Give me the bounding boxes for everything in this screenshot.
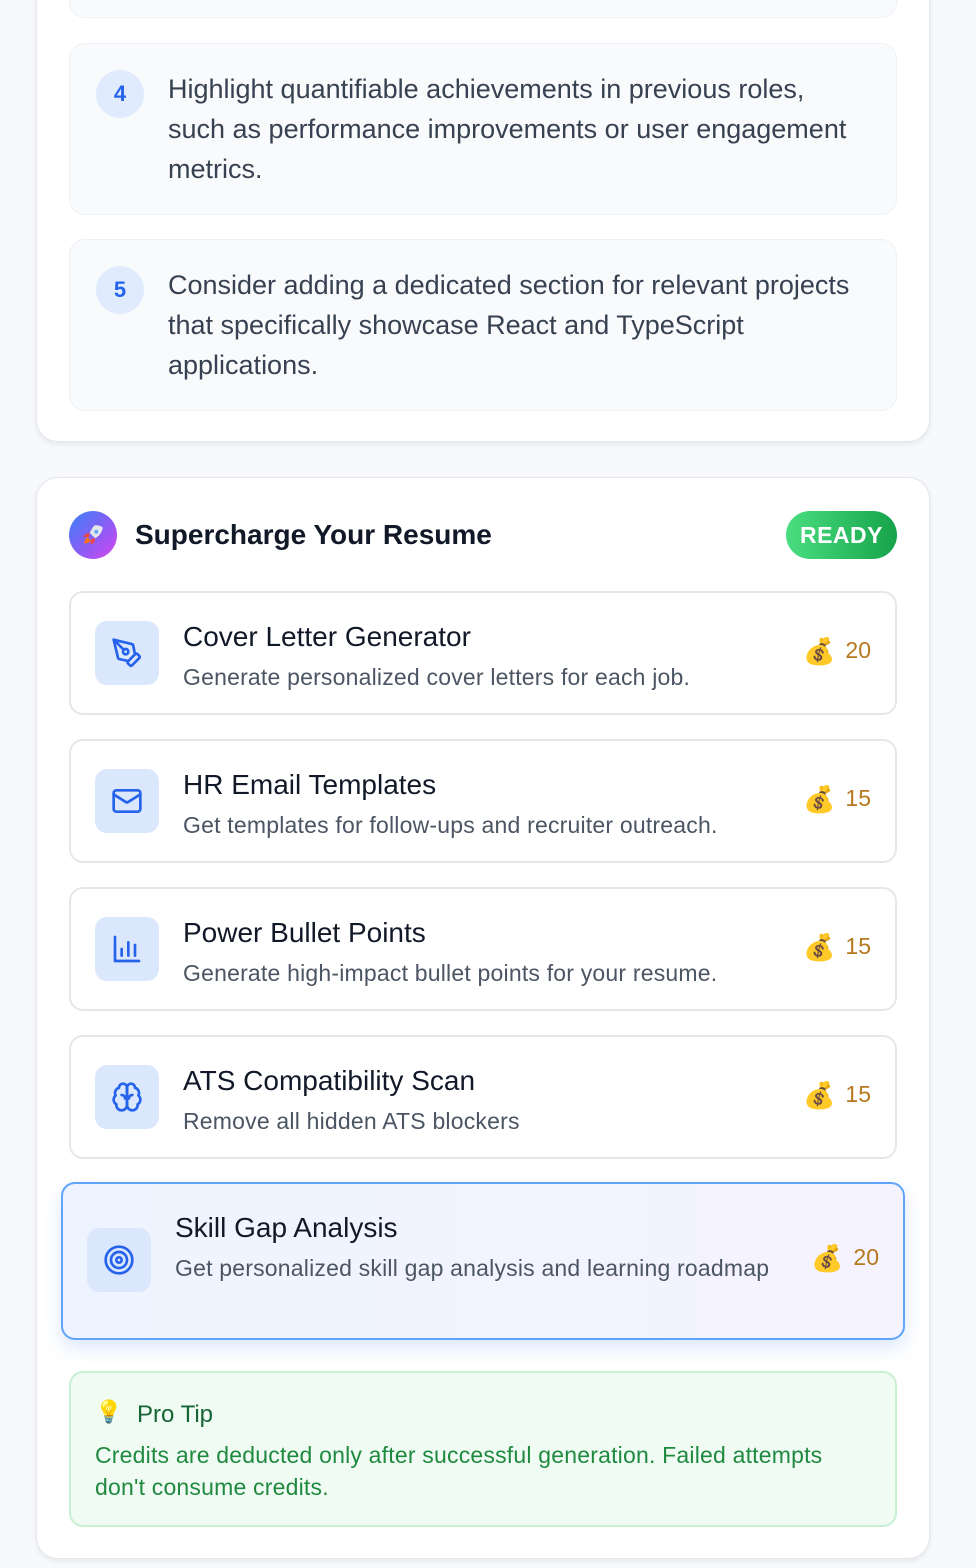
- feature-description: Get personalized skill gap analysis and …: [175, 1255, 770, 1281]
- feature-credits: 💰 15: [803, 785, 871, 812]
- feature-ats-compatibility-scan[interactable]: ATS Compatibility Scan Remove all hidden…: [69, 1035, 897, 1159]
- feature-credits: 💰 20: [811, 1244, 879, 1271]
- money-bag-icon: 💰: [803, 783, 836, 814]
- feature-credits: 💰 15: [803, 1081, 871, 1108]
- lightbulb-icon: 💡: [95, 1399, 123, 1424]
- feature-title: HR Email Templates: [183, 769, 437, 800]
- feature-credits: 💰 15: [803, 933, 871, 960]
- bar-chart-icon: [95, 917, 159, 981]
- feature-title: Cover Letter Generator: [183, 621, 471, 652]
- supercharge-title: Supercharge Your Resume: [135, 519, 492, 550]
- pro-tip-text: Credits are deducted only after successf…: [95, 1442, 823, 1500]
- feature-description: Generate personalized cover letters for …: [183, 664, 691, 690]
- pro-tip: 💡 Pro Tip Credits are deducted only afte…: [69, 1371, 897, 1527]
- credit-cost: 15: [845, 933, 871, 959]
- recommendation-item: 5 Consider adding a dedicated section fo…: [69, 239, 897, 411]
- feature-skill-gap-analysis[interactable]: Skill Gap Analysis Get personalized skil…: [61, 1182, 905, 1340]
- feature-hr-email-templates[interactable]: HR Email Templates Get templates for fol…: [69, 739, 897, 863]
- brain-icon: [95, 1065, 159, 1129]
- feature-title: Skill Gap Analysis: [175, 1212, 398, 1243]
- recommendation-text: Highlight quantifiable achievements in p…: [168, 74, 847, 184]
- credit-cost: 15: [845, 1081, 871, 1107]
- feature-title: ATS Compatibility Scan: [183, 1065, 476, 1096]
- credit-cost: 20: [853, 1244, 879, 1270]
- feature-cover-letter-generator[interactable]: Cover Letter Generator Generate personal…: [69, 591, 897, 715]
- feature-description: Remove all hidden ATS blockers: [183, 1108, 520, 1134]
- feature-credits: 💰 20: [803, 637, 871, 664]
- credit-cost: 15: [845, 785, 871, 811]
- pen-tool-icon: [95, 621, 159, 685]
- mail-icon: [95, 769, 159, 833]
- recommendation-number: 4: [96, 70, 144, 118]
- feature-description: Generate high-impact bullet points for y…: [183, 960, 718, 986]
- status-badge: READY: [785, 511, 897, 559]
- pro-tip-title: Pro Tip: [137, 1401, 214, 1428]
- money-bag-icon: 💰: [803, 931, 836, 962]
- money-bag-icon: 💰: [811, 1242, 844, 1273]
- rocket-icon: [69, 511, 117, 559]
- supercharge-card: Supercharge Your Resume READY Cover Lett…: [36, 477, 930, 1559]
- money-bag-icon: 💰: [803, 1079, 836, 1110]
- money-bag-icon: 💰: [803, 635, 836, 666]
- feature-description: Get templates for follow-ups and recruit…: [183, 812, 718, 838]
- target-icon: [87, 1228, 151, 1292]
- credit-cost: 20: [845, 637, 871, 663]
- recommendation-number: 5: [96, 266, 144, 314]
- recommendation-text: Consider adding a dedicated section for …: [168, 270, 850, 380]
- supercharge-header: Supercharge Your Resume READY: [69, 510, 897, 560]
- recommendations-card: 4 Highlight quantifiable achievements in…: [36, 0, 930, 442]
- recommendation-item: [69, 0, 897, 18]
- recommendation-item: 4 Highlight quantifiable achievements in…: [69, 43, 897, 215]
- feature-title: Power Bullet Points: [183, 917, 426, 948]
- feature-power-bullet-points[interactable]: Power Bullet Points Generate high-impact…: [69, 887, 897, 1011]
